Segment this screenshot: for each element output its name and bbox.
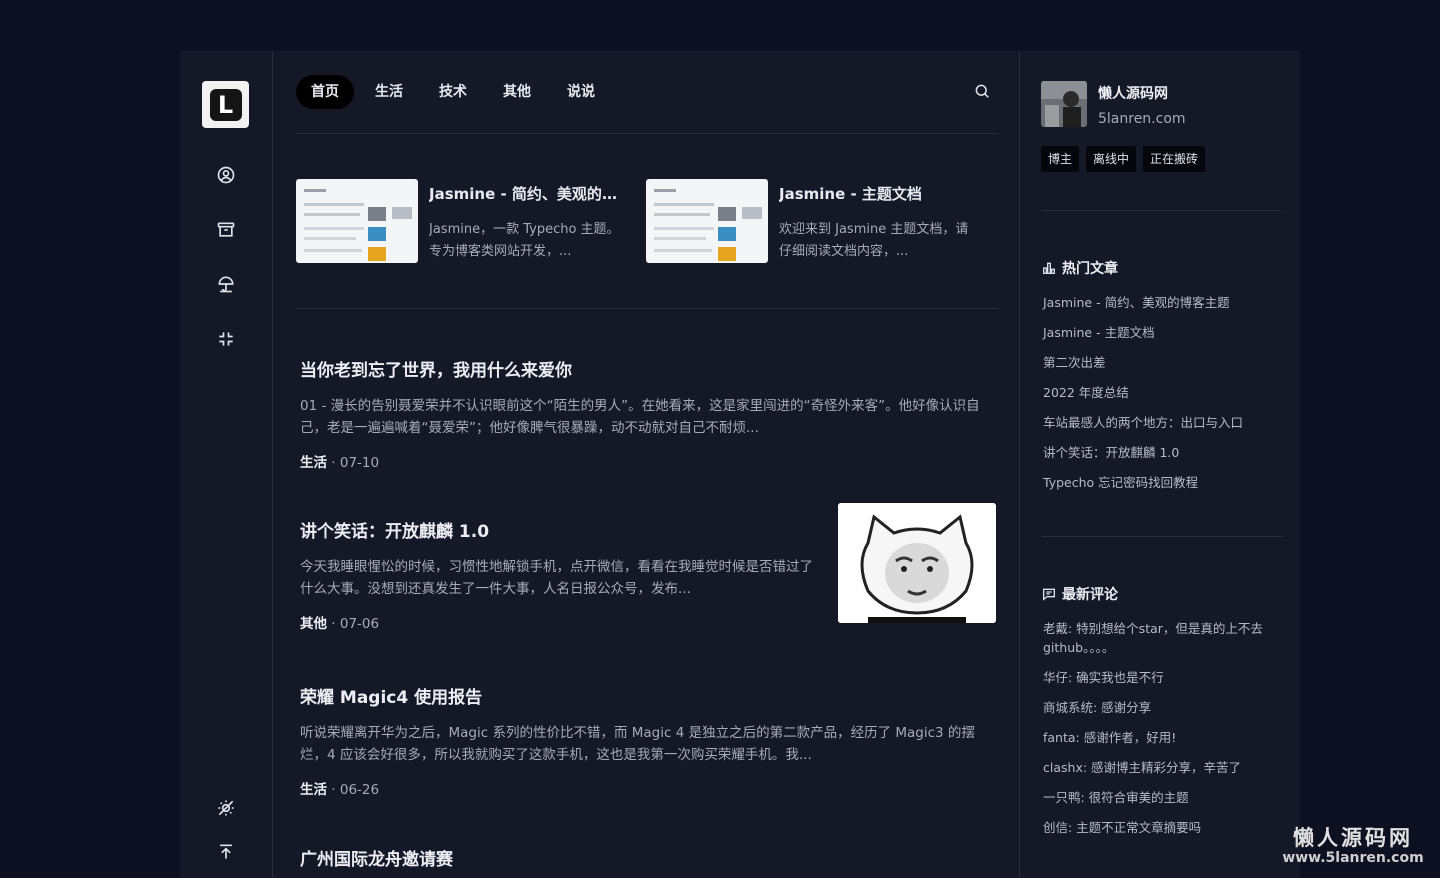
theme-toggle-icon[interactable]	[214, 796, 238, 820]
post-item[interactable]: 当你老到忘了世界，我用什么来爱你 01 - 漫长的告别聂爱荣并不认识眼前这个“陌…	[300, 356, 990, 471]
site-logo[interactable]: L	[202, 81, 249, 128]
featured-card[interactable]: Jasmine - 主题文档 欢迎来到 Jasmine 主题文档，请仔细阅读文档…	[646, 179, 981, 264]
hot-post-link[interactable]: 第二次出差	[1043, 353, 1283, 372]
top-nav: 首页 生活 技术 其他 说说	[296, 75, 616, 109]
profile-badges: 博主 离线中 正在搬砖	[1041, 146, 1212, 172]
chart-bar-icon	[1043, 262, 1055, 274]
profile-name[interactable]: 懒人源码网	[1098, 83, 1168, 103]
badge-status: 离线中	[1086, 146, 1137, 172]
featured-desc: 欢迎来到 Jasmine 主题文档，请仔细阅读文档内容，...	[779, 222, 969, 259]
logo-letter: L	[209, 88, 242, 121]
hot-posts-heading: 热门文章	[1041, 258, 1118, 278]
featured-thumbnail	[646, 179, 768, 263]
hot-post-link[interactable]: 2022 年度总结	[1043, 383, 1283, 402]
post-category[interactable]: 其他	[300, 616, 327, 632]
post-excerpt: 01 - 漫长的告别聂爱荣并不认识眼前这个“陌生的男人”。在她看来，这是家里闯进…	[300, 398, 980, 436]
post-date: · 07-10	[327, 455, 380, 471]
umbrella-icon[interactable]	[214, 272, 238, 296]
comments-title: 最新评论	[1062, 587, 1118, 603]
comment-item[interactable]: fanta: 感谢作者，好用!	[1043, 728, 1283, 747]
comment-icon	[1043, 588, 1055, 601]
profile-url[interactable]: 5lanren.com	[1098, 111, 1186, 127]
comments-heading: 最新评论	[1041, 584, 1118, 604]
watermark-url: www.5lanren.com	[1282, 850, 1424, 866]
meme-face-image	[838, 503, 996, 623]
archive-icon[interactable]	[214, 218, 238, 242]
post-excerpt: 听说荣耀离开华为之后，Magic 系列的性价比不错，而 Magic 4 是独立之…	[300, 725, 975, 763]
hot-post-link[interactable]: 讲个笑话：开放麒麟 1.0	[1043, 443, 1283, 462]
nav-life[interactable]: 生活	[360, 75, 418, 109]
search-icon[interactable]	[973, 82, 993, 102]
comment-item[interactable]: 华仔: 确实我也是不行	[1043, 668, 1283, 687]
nav-tech[interactable]: 技术	[424, 75, 482, 109]
divider	[1041, 210, 1282, 211]
featured-title[interactable]: Jasmine - 简约、美观的博客主题	[429, 183, 629, 204]
nav-home[interactable]: 首页	[296, 75, 354, 109]
hot-post-link[interactable]: Typecho 忘记密码找回教程	[1043, 473, 1283, 492]
post-category[interactable]: 生活	[300, 455, 327, 471]
post-item[interactable]: 讲个笑话：开放麒麟 1.0 今天我睡眼惺忪的时候，习惯性地解锁手机，点开微信，看…	[300, 503, 996, 632]
featured-desc: Jasmine，一款 Typecho 主题。专为博客类网站开发，...	[429, 222, 620, 259]
nav-talk[interactable]: 说说	[552, 75, 610, 109]
divider	[296, 308, 998, 309]
comment-item[interactable]: clashx: 感谢博主精彩分享，辛苦了	[1043, 758, 1283, 777]
user-circle-icon[interactable]	[214, 163, 238, 187]
comment-item[interactable]: 老戴: 特别想给个star，但是真的上不去github。。。。	[1043, 619, 1283, 657]
post-title[interactable]: 荣耀 Magic4 使用报告	[300, 683, 990, 708]
badge-role: 博主	[1041, 146, 1080, 172]
post-title[interactable]: 当你老到忘了世界，我用什么来爱你	[300, 356, 990, 381]
post-date: · 06-26	[327, 782, 380, 798]
hot-posts-list: Jasmine - 简约、美观的博客主题 Jasmine - 主题文档 第二次出…	[1043, 293, 1283, 503]
watermark: 懒人源码网 www.5lanren.com	[1278, 822, 1428, 866]
post-date: · 07-06	[327, 616, 380, 632]
page-frame: L 首页 生活 技术 其他 说说 Jasmine - 简约、美观的博 Jasmi…	[180, 51, 1300, 878]
post-meta: 生活 · 07-10	[300, 451, 990, 471]
featured-title[interactable]: Jasmine - 主题文档	[779, 183, 979, 204]
hot-post-link[interactable]: Jasmine - 简约、美观的博客主题	[1043, 293, 1283, 312]
post-item[interactable]: 广州国际龙舟邀请赛	[300, 845, 990, 870]
divider	[1041, 536, 1282, 537]
left-rail: L	[180, 51, 273, 878]
divider	[296, 133, 998, 134]
comment-item[interactable]: 一只鸭: 很符合审美的主题	[1043, 788, 1283, 807]
hot-post-link[interactable]: Jasmine - 主题文档	[1043, 323, 1283, 342]
main-content: 首页 生活 技术 其他 说说 Jasmine - 简约、美观的博客主题 Jasm…	[296, 51, 998, 878]
hot-post-link[interactable]: 车站最感人的两个地方：出口与入口	[1043, 413, 1283, 432]
badge-activity: 正在搬砖	[1143, 146, 1206, 172]
post-category[interactable]: 生活	[300, 782, 327, 798]
post-item[interactable]: 荣耀 Magic4 使用报告 听说荣耀离开华为之后，Magic 系列的性价比不错…	[300, 683, 990, 798]
comment-item[interactable]: 商城系统: 感谢分享	[1043, 698, 1283, 717]
back-to-top-icon[interactable]	[214, 840, 238, 864]
hot-posts-title: 热门文章	[1062, 261, 1118, 277]
comment-item[interactable]: 创信: 主题不正常文章摘要吗	[1043, 818, 1283, 837]
post-title[interactable]: 广州国际龙舟邀请赛	[300, 845, 990, 870]
featured-card[interactable]: Jasmine - 简约、美观的博客主题 Jasmine，一款 Typecho …	[296, 179, 631, 264]
post-meta: 生活 · 06-26	[300, 778, 990, 798]
post-thumbnail[interactable]	[838, 503, 996, 623]
avatar[interactable]	[1041, 81, 1087, 127]
right-sidebar: 懒人源码网 5lanren.com 博主 离线中 正在搬砖 热门文章 Jasmi…	[1019, 51, 1301, 878]
nav-other[interactable]: 其他	[488, 75, 546, 109]
featured-thumbnail	[296, 179, 418, 263]
watermark-title: 懒人源码网	[1293, 826, 1413, 850]
comments-list: 老戴: 特别想给个star，但是真的上不去github。。。。 华仔: 确实我也…	[1043, 619, 1283, 848]
post-excerpt: 今天我睡眼惺忪的时候，习惯性地解锁手机，点开微信，看看在我睡觉时候是否错过了什么…	[300, 559, 813, 597]
fullscreen-icon[interactable]	[214, 327, 238, 351]
